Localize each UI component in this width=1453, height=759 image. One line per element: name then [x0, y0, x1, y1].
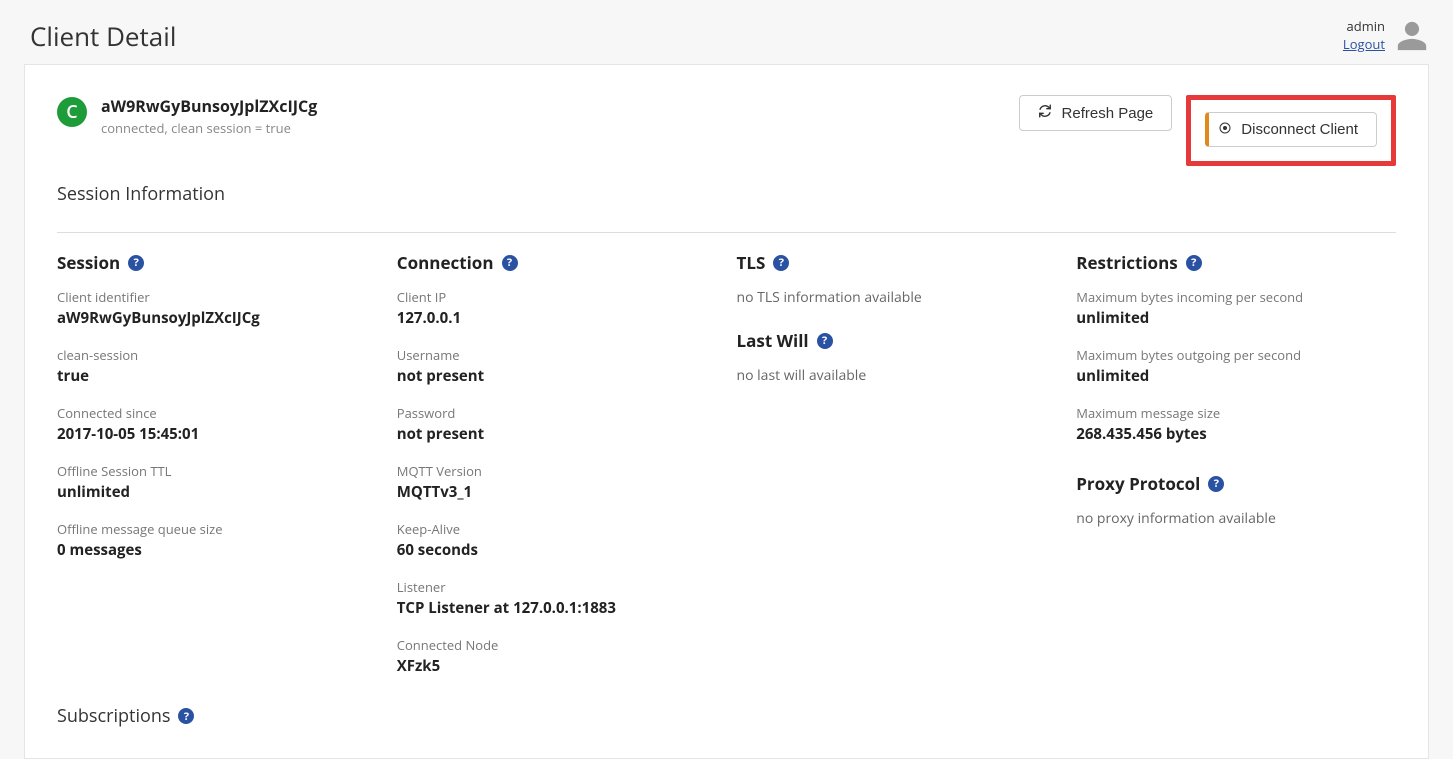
last-will-info: no last will available	[737, 366, 1057, 385]
client-identifier-label: Client identifier	[57, 288, 377, 306]
client-ip-value: 127.0.0.1	[397, 308, 717, 328]
client-detail-panel: C aW9RwGyBunsoyJplZXcIJCg connected, cle…	[24, 64, 1429, 759]
session-heading: Session	[57, 251, 120, 274]
client-id: aW9RwGyBunsoyJplZXcIJCg	[101, 95, 317, 117]
username-label: Username	[397, 346, 717, 364]
disconnect-button-label: Disconnect Client	[1241, 121, 1358, 138]
keep-alive-label: Keep-Alive	[397, 520, 717, 538]
client-identifier-value: aW9RwGyBunsoyJplZXcIJCg	[57, 308, 377, 328]
tls-column: TLS ? no TLS information available Last …	[737, 251, 1057, 694]
offline-queue-value: 0 messages	[57, 540, 377, 560]
clean-session-value: true	[57, 366, 377, 386]
mqtt-version-value: MQTTv3_1	[397, 482, 717, 502]
proxy-heading: Proxy Protocol	[1076, 472, 1200, 495]
max-bytes-in-label: Maximum bytes incoming per second	[1076, 288, 1396, 306]
max-bytes-in-value: unlimited	[1076, 308, 1396, 328]
connected-node-value: XFzk5	[397, 656, 717, 676]
max-msg-size-value: 268.435.456 bytes	[1076, 424, 1396, 444]
session-column: Session ? Client identifier aW9RwGyBunso…	[57, 251, 377, 694]
restrictions-heading: Restrictions	[1076, 251, 1177, 274]
disconnect-button[interactable]: Disconnect Client	[1205, 112, 1377, 147]
current-user: admin	[1343, 18, 1385, 36]
help-icon[interactable]: ?	[773, 255, 789, 271]
help-icon[interactable]: ?	[178, 708, 194, 724]
client-status-badge: C	[57, 97, 87, 127]
logout-link[interactable]: Logout	[1343, 35, 1385, 53]
listener-label: Listener	[397, 578, 717, 596]
last-will-heading: Last Will	[737, 329, 809, 352]
offline-queue-label: Offline message queue size	[57, 520, 377, 538]
session-info-heading: Session Information	[57, 182, 1396, 206]
restrictions-column: Restrictions ? Maximum bytes incoming pe…	[1076, 251, 1396, 694]
client-ip-label: Client IP	[397, 288, 717, 306]
help-icon[interactable]: ?	[1208, 476, 1224, 492]
password-value: not present	[397, 424, 717, 444]
max-bytes-out-label: Maximum bytes outgoing per second	[1076, 346, 1396, 364]
refresh-button[interactable]: Refresh Page	[1019, 95, 1173, 131]
tls-heading: TLS	[737, 251, 766, 274]
refresh-icon	[1038, 104, 1052, 122]
password-label: Password	[397, 404, 717, 422]
disconnect-highlight: Disconnect Client	[1186, 95, 1396, 166]
proxy-info: no proxy information available	[1076, 509, 1396, 528]
stop-icon	[1219, 121, 1231, 138]
client-status-text: connected, clean session = true	[101, 119, 317, 137]
max-bytes-out-value: unlimited	[1076, 366, 1396, 386]
offline-ttl-value: unlimited	[57, 482, 377, 502]
offline-ttl-label: Offline Session TTL	[57, 462, 377, 480]
user-area: admin Logout	[1343, 18, 1429, 53]
mqtt-version-label: MQTT Version	[397, 462, 717, 480]
username-value: not present	[397, 366, 717, 386]
subscriptions-heading: Subscriptions	[57, 704, 170, 728]
tls-info: no TLS information available	[737, 288, 1057, 307]
refresh-button-label: Refresh Page	[1062, 105, 1154, 122]
connected-node-label: Connected Node	[397, 636, 717, 654]
connection-column: Connection ? Client IP 127.0.0.1 Usernam…	[397, 251, 717, 694]
user-icon	[1395, 19, 1429, 53]
connection-heading: Connection	[397, 251, 494, 274]
page-title: Client Detail	[30, 18, 176, 54]
keep-alive-value: 60 seconds	[397, 540, 717, 560]
max-msg-size-label: Maximum message size	[1076, 404, 1396, 422]
help-icon[interactable]: ?	[817, 333, 833, 349]
help-icon[interactable]: ?	[502, 255, 518, 271]
help-icon[interactable]: ?	[128, 255, 144, 271]
connected-since-label: Connected since	[57, 404, 377, 422]
connected-since-value: 2017-10-05 15:45:01	[57, 424, 377, 444]
help-icon[interactable]: ?	[1186, 255, 1202, 271]
clean-session-label: clean-session	[57, 346, 377, 364]
listener-value: TCP Listener at 127.0.0.1:1883	[397, 598, 717, 618]
